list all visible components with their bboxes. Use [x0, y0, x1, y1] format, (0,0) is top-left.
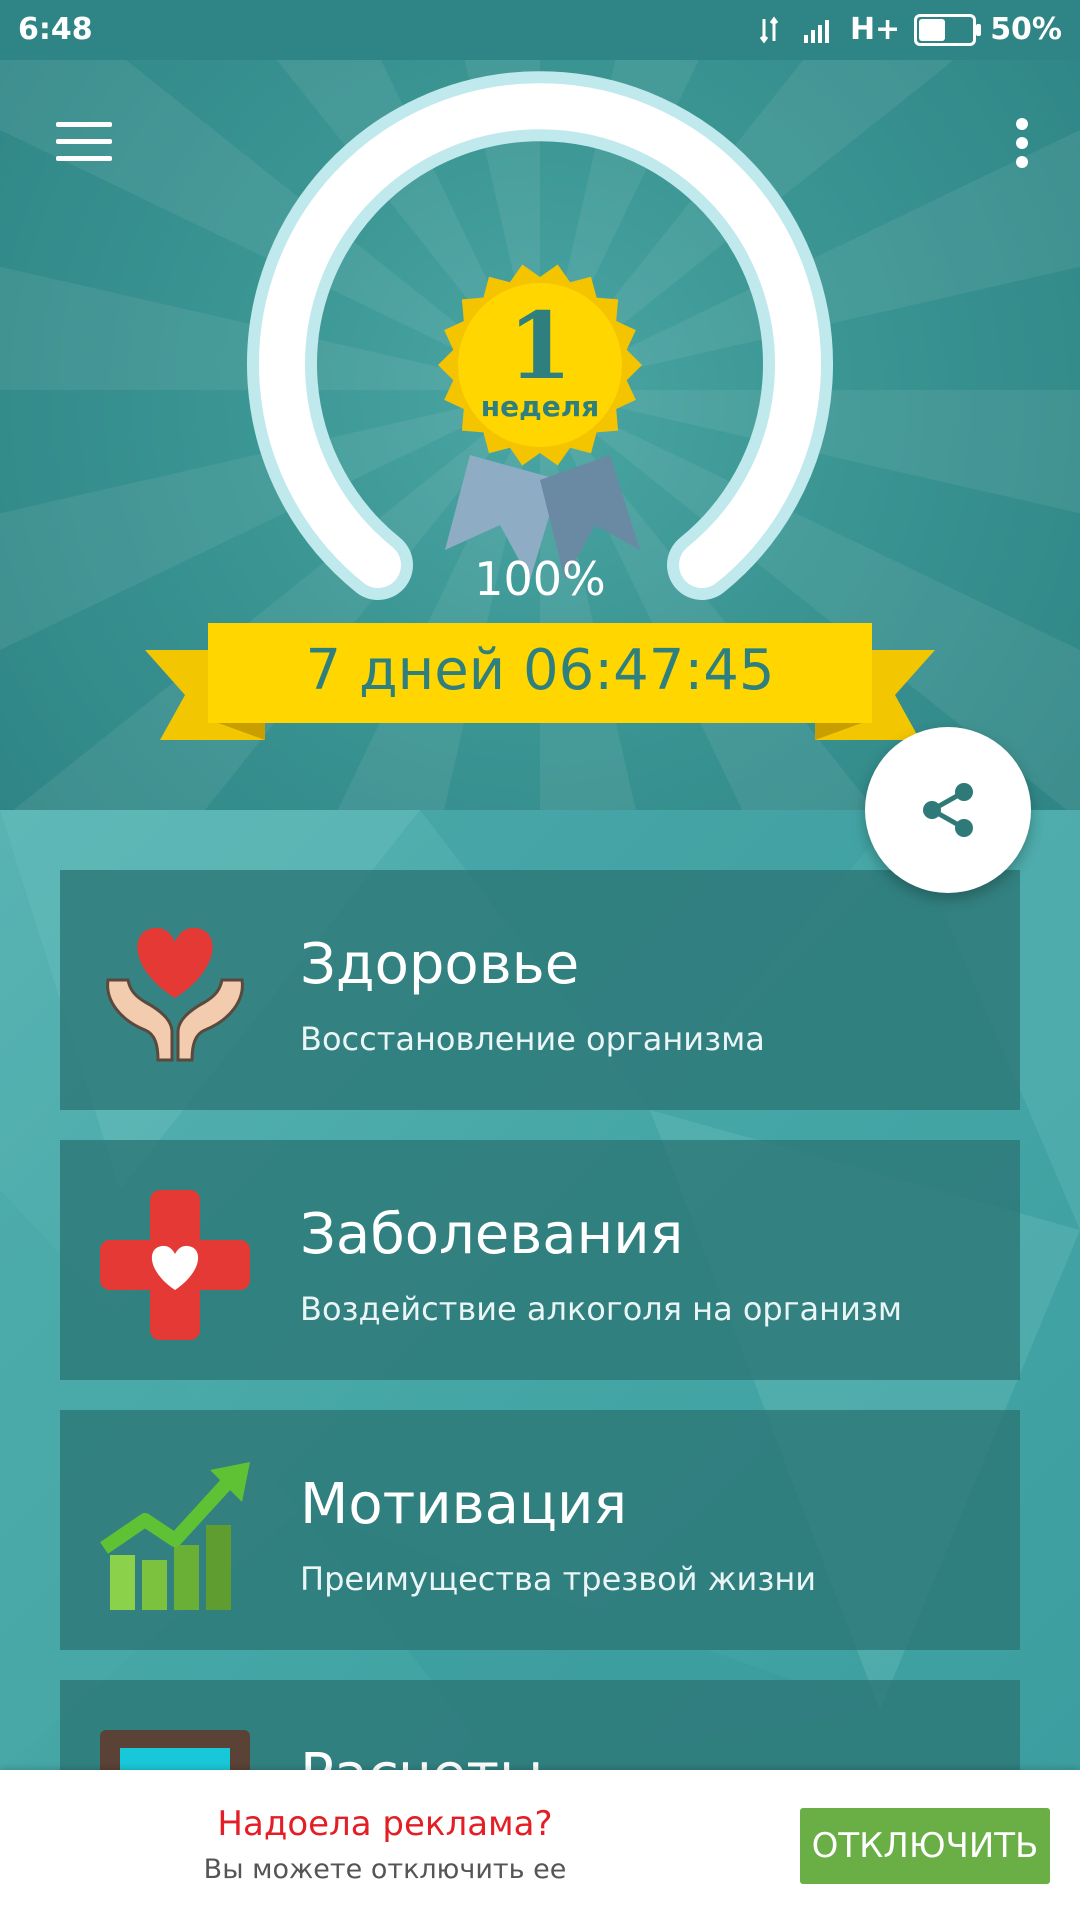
card-calculations[interactable]: Расчеты [60, 1680, 1020, 1770]
ad-title: Надоела реклама? [217, 1804, 553, 1844]
status-bar: 6:48 H+ 50% [0, 0, 1080, 60]
hero-section: 1 неделя 100% 7 дней 06:47:45 [0, 60, 1080, 810]
battery-percent: 50% [990, 12, 1062, 47]
ad-subtitle: Вы можете отключить ее [203, 1854, 567, 1885]
disable-ads-button[interactable]: ОТКЛЮЧИТЬ [800, 1808, 1050, 1884]
card-diseases[interactable]: Заболевания Воздействие алкоголя на орга… [60, 1140, 1020, 1380]
share-icon [923, 783, 973, 837]
network-type: H+ [849, 12, 901, 47]
share-button[interactable] [865, 727, 1031, 893]
medical-cross-heart-icon [100, 1190, 250, 1340]
card-title: Заболевания [300, 1202, 684, 1267]
hands-heart-icon [106, 927, 244, 1062]
card-motivation[interactable]: Мотивация Преимущества трезвой жизни [60, 1410, 1020, 1650]
badge-label: неделя [480, 390, 600, 423]
badge-number: 1 [507, 292, 572, 400]
data-transfer-icon [759, 16, 779, 43]
card-subtitle: Преимущества трезвой жизни [300, 1560, 817, 1598]
card-title: Мотивация [300, 1472, 628, 1537]
card-subtitle: Воздействие алкоголя на организм [300, 1290, 903, 1328]
calculator-icon [100, 1730, 250, 1770]
card-title: Здоровье [300, 932, 580, 997]
battery-icon [914, 13, 982, 46]
content-area: Здоровье Восстановление организма Заболе… [0, 810, 1080, 1770]
sober-timer: 7 дней 06:47:45 [305, 638, 775, 703]
progress-percent: 100% [474, 552, 606, 606]
battery-fill [919, 18, 946, 41]
card-health[interactable]: Здоровье Восстановление организма [60, 870, 1020, 1110]
status-icons: H+ 50% [758, 12, 1062, 47]
signal-icon [803, 19, 829, 43]
card-subtitle: Восстановление организма [300, 1020, 765, 1058]
ad-bar: Надоела реклама? Вы можете отключить ее … [0, 1770, 1080, 1920]
growth-chart-icon [100, 1462, 250, 1610]
status-time: 6:48 [18, 12, 93, 47]
card-title: Расчеты [300, 1742, 543, 1770]
